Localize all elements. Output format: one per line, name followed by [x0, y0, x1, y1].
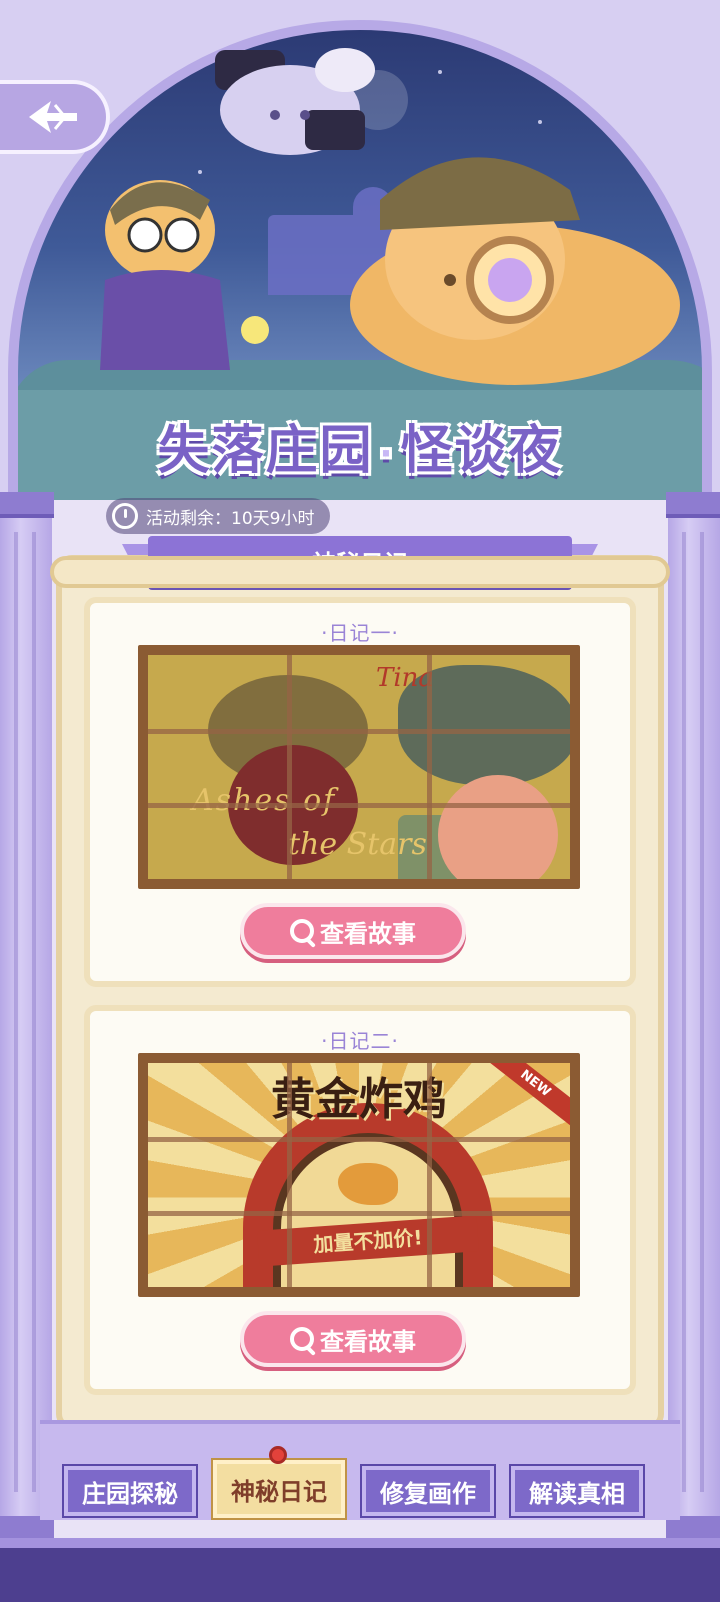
diary-scroll[interactable]: ·日记一· Tina Ashes of the Stars 查看故事 ·日记二·… — [56, 555, 664, 1430]
hero-banner: 失落庄园 · 怪谈夜 — [0, 0, 720, 500]
column-capital — [666, 492, 720, 518]
tab-mystery-diary[interactable]: 神秘日记 — [211, 1446, 347, 1520]
back-arrow-icon — [29, 101, 77, 133]
column-capital — [0, 492, 54, 518]
column-flute — [700, 532, 704, 1492]
window-grid-line — [148, 728, 570, 734]
diary-card-title: ·日记二· — [321, 1029, 399, 1053]
window-grid-line — [426, 655, 432, 879]
window-grid-line — [287, 655, 293, 879]
clock-icon — [112, 503, 138, 529]
pin-icon — [269, 1446, 287, 1464]
back-button[interactable] — [0, 80, 110, 154]
column-flute — [32, 532, 36, 1492]
painting-text: the Stars — [288, 827, 427, 862]
timer-label: 活动剩余： — [146, 508, 231, 529]
column-flute — [682, 532, 686, 1492]
tab-restore-painting[interactable]: 修复画作 — [360, 1464, 496, 1518]
event-title-part1: 失落庄园 — [157, 421, 374, 481]
tab-label: 庄园探秘 — [82, 1479, 178, 1508]
diary-painting: 黄金炸鸡 加量不加价! NEW — [138, 1053, 580, 1297]
star-decoration — [438, 70, 442, 74]
tab-manor-explore[interactable]: 庄园探秘 — [62, 1464, 198, 1518]
view-story-button[interactable]: 查看故事 — [240, 903, 466, 959]
timer-value: 10天9小时 — [231, 508, 315, 529]
tab-label: 神秘日记 — [231, 1477, 327, 1506]
painting-shape — [438, 775, 558, 879]
painting-signature: Tina — [376, 663, 434, 693]
left-column-decoration — [0, 492, 54, 1542]
star-decoration — [138, 100, 142, 104]
window-grid-line — [148, 1136, 570, 1142]
painting-text: Ashes of — [192, 783, 337, 818]
right-column-decoration — [666, 492, 720, 1542]
column-flute — [14, 532, 18, 1492]
diary-card: ·日记二· 黄金炸鸡 加量不加价! NEW 查看故事 — [84, 1005, 636, 1395]
detective-character-illustration — [350, 157, 680, 385]
window-grid-line — [148, 802, 570, 808]
view-story-label: 查看故事 — [320, 919, 416, 948]
event-title-part2: 怪谈夜 — [400, 421, 563, 481]
activity-page: 失落庄园 · 怪谈夜 ·日记一· Tina Ashes of the Stars… — [0, 0, 720, 1602]
tab-reveal-truth[interactable]: 解读真相 — [509, 1464, 645, 1518]
event-timer: 活动剩余： 10天9小时 — [106, 498, 331, 534]
search-icon — [290, 1327, 314, 1351]
scroll-roll-top — [50, 556, 670, 588]
event-title: 失落庄园 · 怪谈夜 — [0, 408, 720, 486]
view-story-label: 查看故事 — [320, 1327, 416, 1356]
view-story-button[interactable]: 查看故事 — [240, 1311, 466, 1367]
window-grid-line — [148, 1210, 570, 1216]
diary-card: ·日记一· Tina Ashes of the Stars 查看故事 — [84, 597, 636, 987]
event-title-separator: · — [379, 434, 395, 474]
window-grid-line — [426, 1063, 432, 1287]
diary-card-title: ·日记一· — [321, 621, 399, 645]
star-decoration — [538, 120, 542, 124]
boy-character-illustration — [100, 180, 269, 370]
diary-painting: Tina Ashes of the Stars — [138, 645, 580, 889]
tab-label: 解读真相 — [529, 1479, 625, 1508]
window-grid-line — [287, 1063, 293, 1287]
tab-label: 修复画作 — [380, 1479, 476, 1508]
floor — [0, 1548, 720, 1602]
search-icon — [290, 919, 314, 943]
